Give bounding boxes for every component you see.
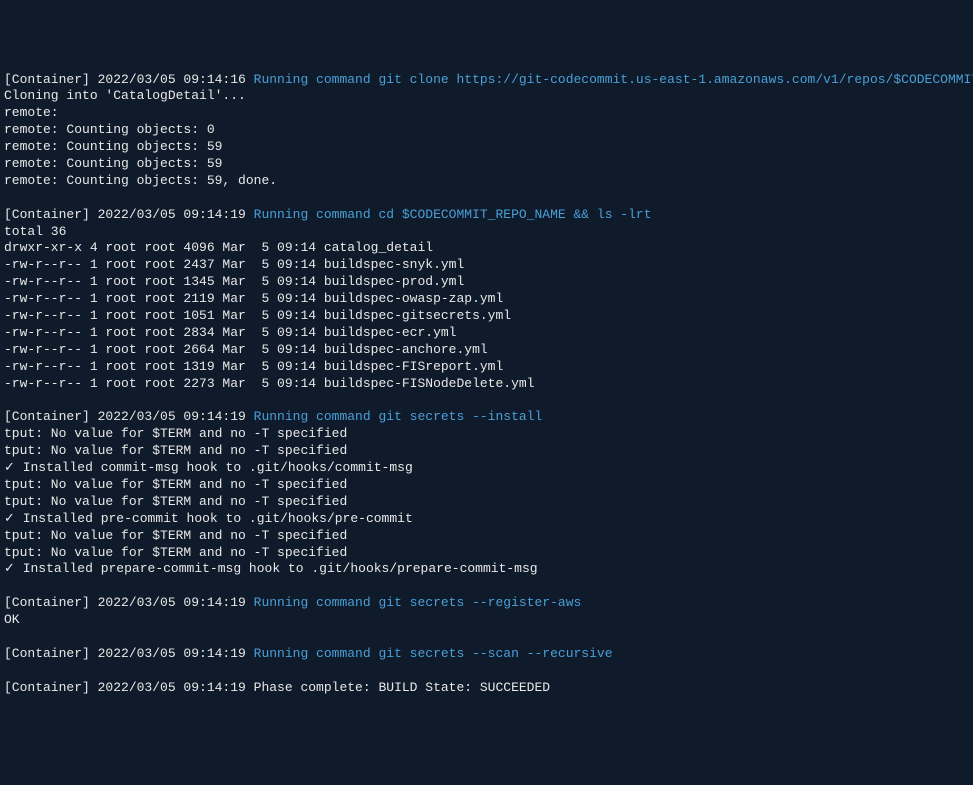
log-line: ✓ Installed commit-msg hook to .git/hook… xyxy=(4,460,969,477)
log-line: remote: Counting objects: 59 xyxy=(4,156,969,173)
log-line: -rw-r--r-- 1 root root 2273 Mar 5 09:14 … xyxy=(4,376,969,393)
log-text: Phase complete: BUILD State: SUCCEEDED xyxy=(254,680,550,695)
log-command: Running command git clone https://git-co… xyxy=(254,72,973,87)
log-line xyxy=(4,392,969,409)
log-line: remote: Counting objects: 59, done. xyxy=(4,173,969,190)
log-prefix: [Container] 2022/03/05 09:14:19 xyxy=(4,207,254,222)
log-line: tput: No value for $TERM and no -T speci… xyxy=(4,545,969,562)
log-line: [Container] 2022/03/05 09:14:19 Running … xyxy=(4,207,969,224)
log-line: tput: No value for $TERM and no -T speci… xyxy=(4,477,969,494)
log-prefix: [Container] 2022/03/05 09:14:19 xyxy=(4,680,254,695)
log-line: -rw-r--r-- 1 root root 1345 Mar 5 09:14 … xyxy=(4,274,969,291)
log-line: -rw-r--r-- 1 root root 2437 Mar 5 09:14 … xyxy=(4,257,969,274)
log-line: tput: No value for $TERM and no -T speci… xyxy=(4,494,969,511)
log-line: tput: No value for $TERM and no -T speci… xyxy=(4,528,969,545)
log-prefix: [Container] 2022/03/05 09:14:16 xyxy=(4,72,254,87)
log-line xyxy=(4,663,969,680)
log-line: total 36 xyxy=(4,224,969,241)
log-prefix: [Container] 2022/03/05 09:14:19 xyxy=(4,595,254,610)
log-line: [Container] 2022/03/05 09:14:19 Running … xyxy=(4,646,969,663)
terminal-output: [Container] 2022/03/05 09:14:16 Running … xyxy=(4,72,969,697)
log-command: Running command git secrets --scan --rec… xyxy=(254,646,613,661)
log-line: ✓ Installed pre-commit hook to .git/hook… xyxy=(4,511,969,528)
log-prefix: [Container] 2022/03/05 09:14:19 xyxy=(4,409,254,424)
log-line: [Container] 2022/03/05 09:14:19 Phase co… xyxy=(4,680,969,697)
log-line: remote: xyxy=(4,105,969,122)
log-line: -rw-r--r-- 1 root root 2834 Mar 5 09:14 … xyxy=(4,325,969,342)
log-line: ✓ Installed prepare-commit-msg hook to .… xyxy=(4,561,969,578)
log-line: remote: Counting objects: 59 xyxy=(4,139,969,156)
log-line: OK xyxy=(4,612,969,629)
log-line: [Container] 2022/03/05 09:14:19 Running … xyxy=(4,595,969,612)
log-line: tput: No value for $TERM and no -T speci… xyxy=(4,426,969,443)
log-command: Running command cd $CODECOMMIT_REPO_NAME… xyxy=(254,207,652,222)
log-line: drwxr-xr-x 4 root root 4096 Mar 5 09:14 … xyxy=(4,240,969,257)
log-command: Running command git secrets --register-a… xyxy=(254,595,582,610)
log-line: -rw-r--r-- 1 root root 2664 Mar 5 09:14 … xyxy=(4,342,969,359)
log-line: -rw-r--r-- 1 root root 2119 Mar 5 09:14 … xyxy=(4,291,969,308)
log-line: tput: No value for $TERM and no -T speci… xyxy=(4,443,969,460)
log-line: [Container] 2022/03/05 09:14:16 Running … xyxy=(4,72,969,89)
log-line xyxy=(4,578,969,595)
log-prefix: [Container] 2022/03/05 09:14:19 xyxy=(4,646,254,661)
log-line: -rw-r--r-- 1 root root 1319 Mar 5 09:14 … xyxy=(4,359,969,376)
log-line: -rw-r--r-- 1 root root 1051 Mar 5 09:14 … xyxy=(4,308,969,325)
log-line: Cloning into 'CatalogDetail'... xyxy=(4,88,969,105)
log-line xyxy=(4,190,969,207)
log-command: Running command git secrets --install xyxy=(254,409,543,424)
log-line: [Container] 2022/03/05 09:14:19 Running … xyxy=(4,409,969,426)
log-line: remote: Counting objects: 0 xyxy=(4,122,969,139)
log-line xyxy=(4,629,969,646)
